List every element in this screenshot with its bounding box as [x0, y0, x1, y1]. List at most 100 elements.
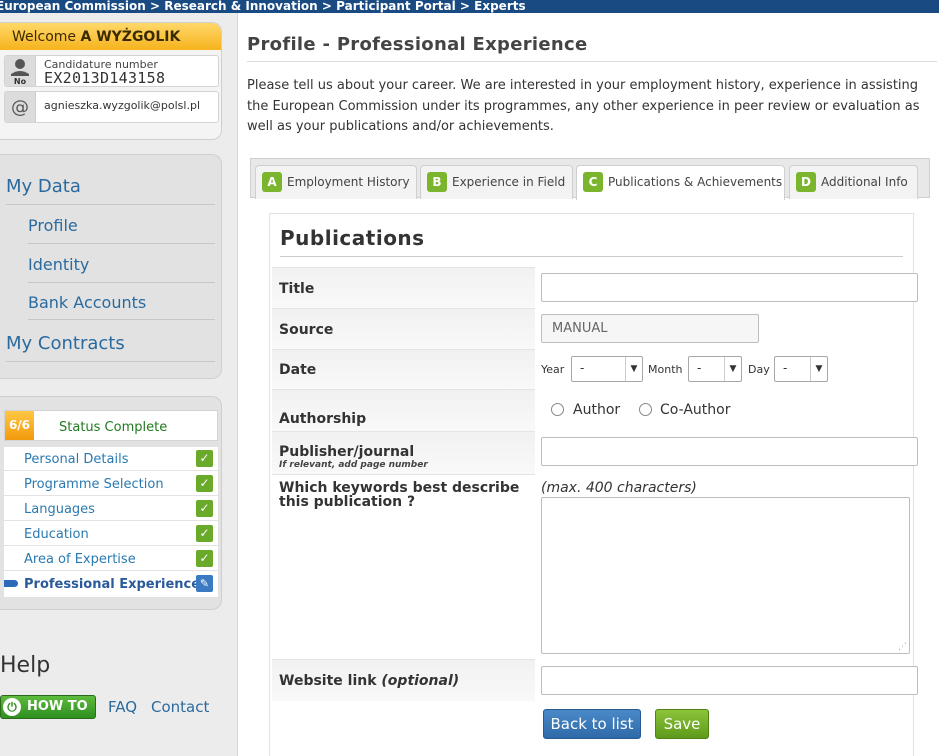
nav-my-contracts[interactable]: My Contracts [6, 333, 125, 354]
tab-label: Additional Info [821, 175, 908, 189]
check-icon: ✓ [196, 475, 213, 492]
tab-letter-badge: A [262, 172, 282, 192]
section-title: Publications [280, 226, 425, 250]
nav-divider [6, 204, 215, 205]
tab-additional-info[interactable]: D Additional Info [789, 165, 918, 199]
nav-divider [28, 282, 215, 283]
publisher-label-cell: Publisher/journal If relevant, add page … [272, 431, 535, 474]
how-to-button[interactable]: ⏻ HOW TO [0, 695, 96, 719]
authorship-label: Authorship [279, 411, 367, 427]
back-to-list-button[interactable]: Back to list [543, 709, 641, 739]
intro-text: Please tell us about your career. We are… [247, 78, 920, 134]
at-sign-icon: @ [5, 92, 36, 122]
check-icon: ✓ [196, 550, 213, 567]
status-item-label[interactable]: Programme Selection [24, 477, 164, 492]
nav-item-identity[interactable]: Identity [28, 255, 89, 274]
year-value: - [580, 361, 585, 375]
tab-experience-in-field[interactable]: B Experience in Field [420, 165, 573, 199]
title-label: Title [279, 281, 315, 297]
status-count-badge: 6/6 [5, 411, 34, 440]
resize-grip-icon[interactable]: ⋰ [898, 642, 907, 652]
publications-form: Publications Title Source MANUAL Date Ye… [269, 213, 918, 756]
date-label: Date [279, 362, 317, 378]
month-value: - [697, 361, 702, 375]
chevron-down-icon: ▼ [625, 357, 642, 381]
nav-my-data[interactable]: My Data [6, 176, 81, 197]
tab-label: Publications & Achievements [608, 175, 783, 189]
day-select[interactable]: - ▼ [774, 356, 828, 382]
title-divider [247, 61, 937, 62]
tab-label: Employment History [287, 175, 410, 189]
status-panel: 6/6 Status Complete Personal Details ✓ P… [0, 396, 222, 610]
website-label-text: Website link [279, 673, 377, 689]
coauthor-option-label[interactable]: Co-Author [660, 402, 730, 418]
faq-link[interactable]: FAQ [108, 698, 137, 716]
save-button[interactable]: Save [655, 709, 709, 739]
welcome-box: Welcome A WYŻGOLIK No Candidature number… [0, 22, 222, 140]
status-item-programme-selection[interactable]: Programme Selection ✓ [4, 472, 218, 496]
pencil-icon: ✎ [196, 575, 213, 592]
check-icon: ✓ [196, 500, 213, 517]
breadcrumb-text[interactable]: European Commission > Research & Innovat… [0, 0, 526, 12]
keywords-label-cell: Which keywords best describe this public… [272, 474, 535, 659]
nav-divider [28, 243, 215, 244]
chevron-down-icon: ▼ [724, 357, 741, 381]
status-item-languages[interactable]: Languages ✓ [4, 497, 218, 521]
publisher-hint: If relevant, add page number [279, 460, 428, 470]
coauthor-radio[interactable] [639, 403, 652, 416]
date-label-cell: Date [272, 349, 535, 389]
year-label: Year [541, 363, 565, 376]
my-data-nav: My Data Profile Identity Bank Accounts M… [0, 154, 222, 379]
source-value: MANUAL [552, 321, 608, 336]
title-label-cell: Title [272, 267, 535, 308]
contact-link[interactable]: Contact [151, 698, 209, 716]
nav-item-bank-accounts[interactable]: Bank Accounts [28, 293, 146, 312]
website-optional: (optional) [381, 673, 460, 689]
help-title: Help [0, 653, 51, 678]
power-icon: ⏻ [3, 698, 21, 716]
website-input[interactable] [541, 666, 918, 695]
status-item-label[interactable]: Personal Details [24, 452, 128, 467]
check-icon: ✓ [196, 525, 213, 542]
status-item-label[interactable]: Languages [24, 502, 95, 517]
status-item-personal-details[interactable]: Personal Details ✓ [4, 447, 218, 471]
welcome-header: Welcome A WYŻGOLIK [0, 23, 221, 50]
day-value: - [783, 361, 788, 375]
day-label: Day [748, 363, 770, 376]
title-input[interactable] [541, 273, 918, 302]
tab-employment-history[interactable]: A Employment History [255, 165, 417, 199]
status-item-label[interactable]: Education [24, 527, 89, 542]
keywords-hint: (max. 400 characters) [541, 480, 697, 496]
email-row: @ agnieszka.wyzgolik@polsl.pl [4, 91, 219, 123]
status-item-label[interactable]: Area of Expertise [24, 552, 136, 567]
source-label-cell: Source [272, 308, 535, 349]
candidature-number: EX2013D143158 [44, 69, 166, 87]
status-item-education[interactable]: Education ✓ [4, 522, 218, 546]
author-radio[interactable] [551, 403, 564, 416]
status-list: Personal Details ✓ Programme Selection ✓… [4, 447, 218, 597]
welcome-prefix: Welcome [12, 29, 77, 45]
keywords-label: Which keywords best describe this public… [279, 480, 520, 510]
how-to-label: HOW TO [27, 699, 88, 714]
author-option-label[interactable]: Author [573, 402, 620, 418]
nav-divider [6, 361, 215, 362]
publisher-label: Publisher/journal [279, 444, 415, 460]
keywords-textarea[interactable]: ⋰ [541, 497, 910, 654]
status-item-label[interactable]: Professional Experience [24, 577, 200, 592]
user-id-icon: No [5, 56, 36, 86]
month-label: Month [648, 363, 683, 376]
publisher-input[interactable] [541, 437, 918, 466]
nav-item-profile[interactable]: Profile [28, 216, 78, 235]
status-item-area-of-expertise[interactable]: Area of Expertise ✓ [4, 547, 218, 571]
source-label: Source [279, 322, 334, 338]
main-content: Profile - Professional Experience Please… [238, 13, 939, 756]
status-item-professional-experience[interactable]: Professional Experience ✎ [4, 572, 218, 596]
user-email: agnieszka.wyzgolik@polsl.pl [44, 99, 201, 112]
left-sidebar: Welcome A WYŻGOLIK No Candidature number… [0, 13, 238, 756]
month-select[interactable]: - ▼ [688, 356, 742, 382]
tab-letter-badge: D [796, 172, 816, 192]
status-header: 6/6 Status Complete [4, 410, 218, 441]
tab-publications-achievements[interactable]: C Publications & Achievements [576, 165, 785, 200]
year-select[interactable]: - ▼ [571, 356, 643, 382]
current-arrow-icon [4, 580, 18, 587]
